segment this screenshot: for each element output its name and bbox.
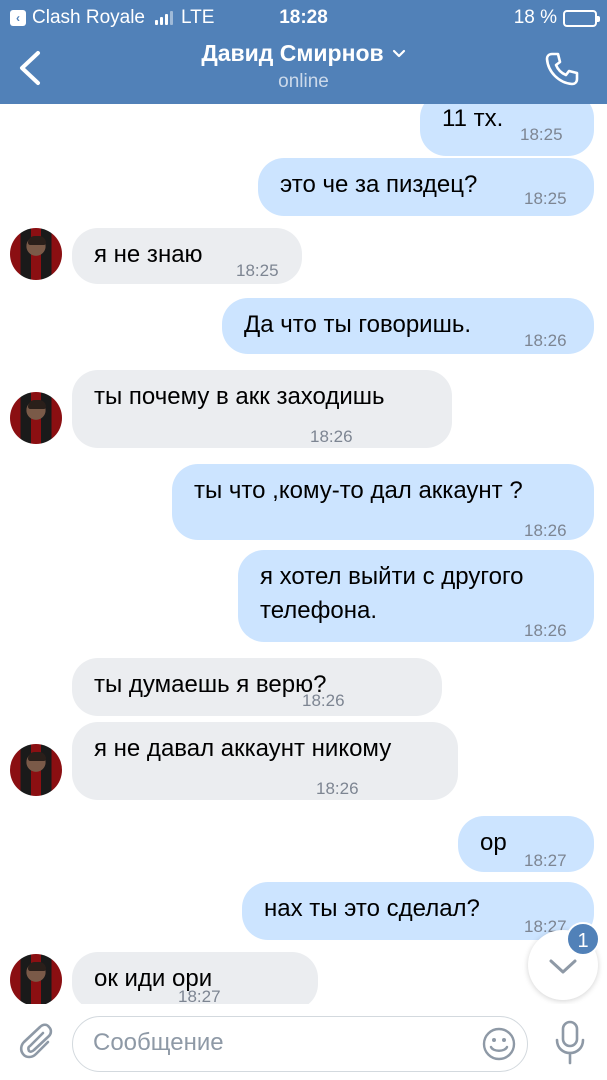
chevron-down-icon (392, 49, 405, 57)
message-time: 18:26 (524, 621, 567, 640)
message-time: 18:25 (524, 189, 567, 208)
status-bar: ‹ Clash Royale LTE 18:28 18 % (0, 0, 607, 36)
message-text: ты думаешь я верю? (94, 671, 327, 698)
microphone-icon[interactable] (552, 1020, 588, 1066)
status-right: 18 % (513, 7, 600, 29)
incoming-message[interactable]: ты почему в акк заходишь 18:26 (72, 370, 452, 448)
incoming-message[interactable]: ок иди ори 18:27 (72, 952, 318, 1010)
message-text: ты что ,кому-то дал аккаунт ? (194, 477, 523, 504)
chat-screen: ‹ Clash Royale LTE 18:28 18 % Давид Смир… (0, 0, 607, 1080)
avatar[interactable] (10, 744, 62, 796)
outgoing-message[interactable]: это че за пиздец? 18:25 (258, 158, 594, 216)
avatar[interactable] (10, 228, 62, 280)
message-text: это че за пиздец? (280, 171, 478, 198)
online-status: online (278, 71, 329, 92)
unread-badge: 1 (566, 922, 600, 956)
message-text: ты почему в акк заходишь (94, 383, 385, 410)
outgoing-message[interactable]: ты что ,кому-то дал аккаунт ? 18:26 (172, 464, 594, 540)
message-text: я не знаю (94, 241, 203, 268)
message-time: 18:25 (520, 125, 563, 144)
incoming-message[interactable]: я не знаю 18:25 (72, 228, 302, 284)
outgoing-message[interactable]: я хотел выйти с другого телефона. 18:26 (238, 550, 594, 642)
chat-header: ‹ Clash Royale LTE 18:28 18 % Давид Смир… (0, 0, 607, 104)
battery-percent: 18 % (513, 7, 557, 28)
chat-title[interactable]: Давид Смирнов (201, 40, 405, 67)
paperclip-icon[interactable] (18, 1022, 58, 1064)
message-text: я хотел выйти с другого телефона. (260, 563, 524, 624)
message-time: 18:26 (316, 779, 359, 798)
avatar-image (28, 236, 46, 245)
avatar-image (28, 752, 46, 761)
emoji-icon[interactable] (481, 1026, 517, 1062)
avatar[interactable] (10, 954, 62, 1006)
message-time: 18:27 (524, 851, 567, 870)
message-text: Да что ты говоришь. (244, 311, 472, 338)
avatar[interactable] (10, 392, 62, 444)
avatar-image (28, 962, 46, 971)
message-time: 18:26 (524, 331, 567, 350)
message-time: 18:26 (524, 521, 567, 540)
chat-title-area[interactable]: Давид Смирнов online (100, 40, 507, 93)
message-time: 18:26 (302, 691, 345, 710)
message-time: 18:25 (236, 261, 279, 280)
back-button[interactable] (16, 50, 46, 86)
message-input-placeholder: Сообщение (93, 1029, 224, 1056)
incoming-message[interactable]: я не давал аккаунт никому 18:26 (72, 722, 458, 800)
message-input[interactable]: Сообщение (72, 1016, 528, 1072)
phone-icon[interactable] (543, 50, 581, 88)
contact-name: Давид Смирнов (201, 40, 384, 66)
message-text: 11 тх. (442, 105, 504, 132)
message-text: ор (480, 829, 507, 856)
battery-icon (563, 9, 600, 27)
incoming-message[interactable]: ты думаешь я верю? 18:26 (72, 658, 442, 716)
outgoing-message[interactable]: ор 18:27 (458, 816, 594, 872)
message-composer: Сообщение (0, 1004, 607, 1080)
message-time: 18:26 (310, 427, 353, 446)
outgoing-message[interactable]: Да что ты говоришь. 18:26 (222, 298, 594, 354)
message-text: я не давал аккаунт никому (94, 735, 392, 762)
message-text: нах ты это сделал? (264, 895, 480, 922)
avatar-image (28, 400, 46, 409)
